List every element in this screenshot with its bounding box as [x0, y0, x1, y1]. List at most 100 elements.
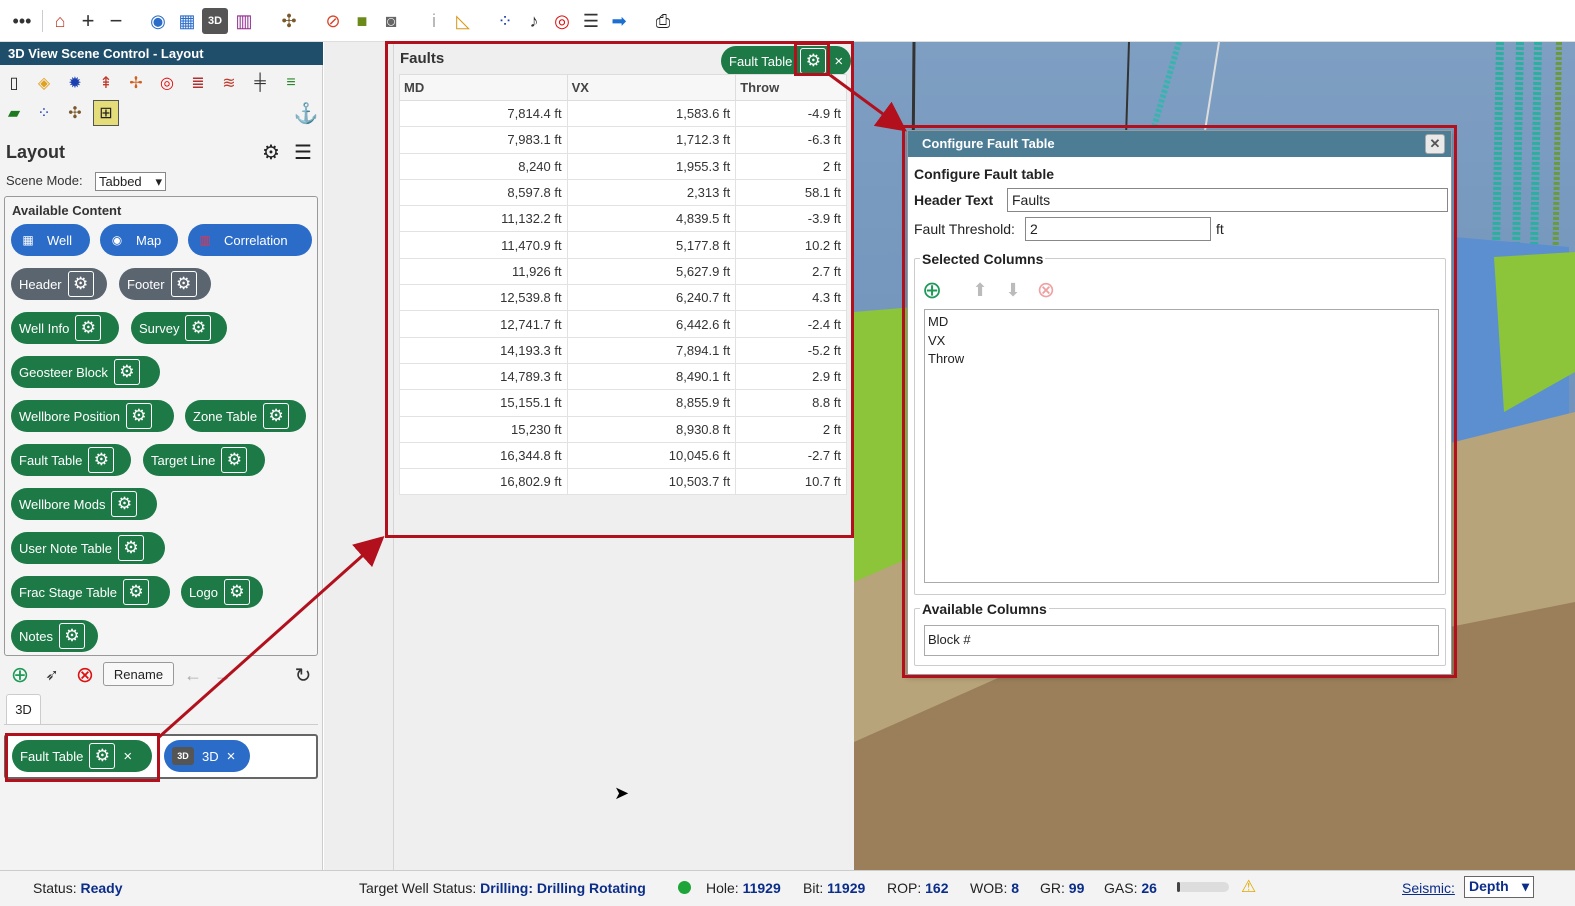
content-pill-fault-table[interactable]: Fault Table ⚙: [11, 444, 131, 476]
stripes-icon[interactable]: ≋: [216, 70, 242, 96]
move-up-icon[interactable]: ⬆: [967, 277, 993, 303]
burst-icon[interactable]: ✹: [62, 70, 88, 96]
column-header-vx[interactable]: VX: [566, 74, 737, 101]
gear-icon[interactable]: ⚙: [113, 359, 140, 385]
seismic-select[interactable]: Depth ▾: [1464, 876, 1534, 898]
gear-icon[interactable]: ⚙: [117, 535, 144, 561]
arrow-right-icon[interactable]: →: [210, 662, 236, 688]
content-pill-well-info[interactable]: Well Info ⚙: [11, 312, 119, 344]
list-item[interactable]: MD: [928, 313, 1435, 332]
available-columns-list[interactable]: Block #: [924, 625, 1439, 656]
content-pill-wellbore-mods[interactable]: Wellbore Mods ⚙: [11, 488, 157, 520]
zoom-in-icon[interactable]: +: [75, 8, 101, 34]
remove-column-icon[interactable]: ⊗: [1033, 277, 1059, 303]
add-column-icon[interactable]: ⊕: [919, 277, 945, 304]
content-pill-user-note-table[interactable]: User Note Table ⚙: [11, 532, 165, 564]
gear-icon[interactable]: ⚙: [223, 579, 250, 605]
gear-icon[interactable]: ⚙: [170, 271, 197, 297]
fault-table-chip[interactable]: Fault Table ⚙ ×: [721, 46, 851, 76]
close-icon[interactable]: ✕: [1425, 134, 1445, 154]
well-path-icon[interactable]: ⇞: [93, 70, 119, 96]
3d-icon[interactable]: 3D: [202, 8, 228, 34]
rocket-icon[interactable]: ➶: [39, 662, 65, 688]
list-icon[interactable]: ☰: [290, 139, 316, 165]
geosteer-icon[interactable]: ✣: [62, 100, 88, 126]
arrow-right-icon[interactable]: ➡: [606, 8, 632, 34]
close-icon[interactable]: ×: [227, 748, 236, 765]
list-item[interactable]: VX: [928, 332, 1435, 351]
gear-icon[interactable]: ⚙: [125, 403, 152, 429]
lines-icon[interactable]: ☰: [578, 8, 604, 34]
bars-icon[interactable]: ≣: [185, 70, 211, 96]
content-pill-footer[interactable]: Footer ⚙: [119, 268, 211, 300]
list-item[interactable]: Block #: [928, 629, 1435, 651]
gear-icon[interactable]: ⚙: [258, 139, 284, 165]
arrow-left-icon[interactable]: ←: [180, 662, 206, 688]
close-icon[interactable]: ×: [834, 53, 843, 70]
content-pill-map[interactable]: ◉ Map: [100, 224, 178, 256]
info-icon[interactable]: i: [421, 8, 447, 34]
close-icon[interactable]: ×: [123, 748, 132, 765]
assigned-pill-3d[interactable]: 3D 3D ×: [164, 740, 250, 772]
content-pill-zone-table[interactable]: Zone Table ⚙: [185, 400, 306, 432]
selected-columns-list[interactable]: MD VX Throw: [924, 309, 1439, 583]
bell-icon[interactable]: ♪: [521, 8, 547, 34]
add-icon[interactable]: ⊕: [7, 662, 33, 688]
gear-icon[interactable]: ⚙: [58, 623, 85, 649]
list-item[interactable]: Throw: [928, 350, 1435, 369]
content-pill-well[interactable]: ▦ Well: [11, 224, 90, 256]
refresh-icon[interactable]: ↻: [290, 662, 316, 688]
ruler-icon[interactable]: ◺: [450, 8, 476, 34]
gear-icon[interactable]: ⚙: [88, 447, 115, 473]
target-icon[interactable]: ◎: [549, 8, 575, 34]
target-icon[interactable]: ◎: [154, 70, 180, 96]
geosteer-icon[interactable]: ✣: [276, 8, 302, 34]
gear-icon[interactable]: ⚙: [123, 579, 150, 605]
seismic-link[interactable]: Seismic:: [1402, 880, 1455, 896]
compass-icon[interactable]: ◉: [145, 8, 171, 34]
no-signal-icon[interactable]: ⊘: [320, 8, 346, 34]
home-icon[interactable]: ⌂: [47, 8, 73, 34]
move-down-icon[interactable]: ⬇: [1000, 277, 1026, 303]
assigned-pill-fault-table[interactable]: Fault Table ⚙ ×: [12, 740, 152, 772]
layers-icon[interactable]: ◈: [31, 70, 57, 96]
correlation-icon[interactable]: ▥: [231, 8, 257, 34]
content-pill-logo[interactable]: Logo ⚙: [181, 576, 263, 608]
threshold-input[interactable]: 2: [1025, 217, 1211, 241]
map-icon[interactable]: ▯: [1, 70, 27, 96]
grid-icon[interactable]: ✢: [123, 70, 149, 96]
gear-icon[interactable]: ⚙: [263, 403, 290, 429]
gear-icon[interactable]: ⚙: [221, 447, 248, 473]
gear-icon[interactable]: ⚙: [67, 271, 94, 297]
column-header-md[interactable]: MD: [399, 74, 568, 101]
well-icon[interactable]: ▦: [174, 8, 200, 34]
delete-icon[interactable]: ⊗: [72, 662, 98, 688]
zoom-out-icon[interactable]: −: [103, 8, 129, 34]
more-icon[interactable]: •••: [9, 8, 35, 34]
content-pill-survey[interactable]: Survey ⚙: [131, 312, 227, 344]
cube-icon[interactable]: ■: [349, 8, 375, 34]
anchor-icon[interactable]: ⚓: [293, 100, 319, 126]
gear-icon[interactable]: ⚙: [111, 491, 138, 517]
scene-mode-select[interactable]: Tabbed ▾: [95, 172, 166, 191]
header-text-input[interactable]: Faults: [1007, 188, 1448, 212]
content-pill-notes[interactable]: Notes ⚙: [11, 620, 98, 652]
scatter-icon[interactable]: ⁘: [492, 8, 518, 34]
content-pill-target-line[interactable]: Target Line ⚙: [143, 444, 265, 476]
content-pill-correlation[interactable]: ▥ Correlation: [188, 224, 312, 256]
layout-icon[interactable]: ⊞: [93, 100, 119, 126]
content-pill-frac-stage-table[interactable]: Frac Stage Table ⚙: [11, 576, 170, 608]
scatter-icon[interactable]: ⁘: [31, 100, 57, 126]
rename-button[interactable]: Rename: [103, 662, 174, 686]
gear-icon[interactable]: ⚙: [89, 743, 116, 769]
gear-icon[interactable]: ⚙: [185, 315, 212, 341]
horizons-icon[interactable]: ≡: [278, 70, 304, 96]
plus-bars-icon[interactable]: ╪: [247, 70, 273, 96]
print-icon[interactable]: ⎙: [650, 8, 676, 34]
content-pill-geosteer-block[interactable]: Geosteer Block ⚙: [11, 356, 160, 388]
tab-3d[interactable]: 3D: [6, 694, 41, 724]
content-pill-wellbore-position[interactable]: Wellbore Position ⚙: [11, 400, 174, 432]
column-header-throw[interactable]: Throw: [735, 74, 847, 101]
gear-icon[interactable]: ⚙: [75, 315, 102, 341]
warning-icon[interactable]: ⚠: [1241, 877, 1256, 897]
